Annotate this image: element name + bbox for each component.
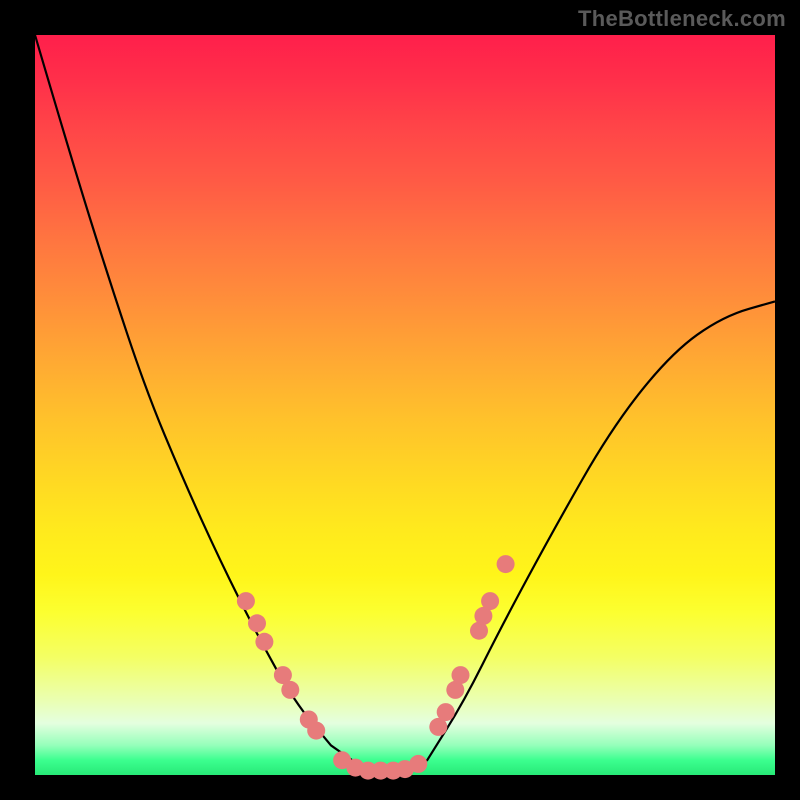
curve-dot xyxy=(437,703,455,721)
watermark-text: TheBottleneck.com xyxy=(578,6,786,32)
curve-dot xyxy=(452,666,470,684)
curve-dot xyxy=(497,555,515,573)
curve-dot xyxy=(237,592,255,610)
chart-frame: TheBottleneck.com xyxy=(0,0,800,800)
dots-group xyxy=(237,555,515,780)
curve-dot xyxy=(281,681,299,699)
chart-svg xyxy=(35,35,775,775)
curve-dot xyxy=(248,614,266,632)
curve-dot xyxy=(409,755,427,773)
chart-plot-area xyxy=(35,35,775,775)
curve-dot xyxy=(307,722,325,740)
curve-dot xyxy=(481,592,499,610)
curve-group xyxy=(35,35,775,771)
curve-dot xyxy=(255,633,273,651)
bottleneck-curve xyxy=(35,35,775,771)
